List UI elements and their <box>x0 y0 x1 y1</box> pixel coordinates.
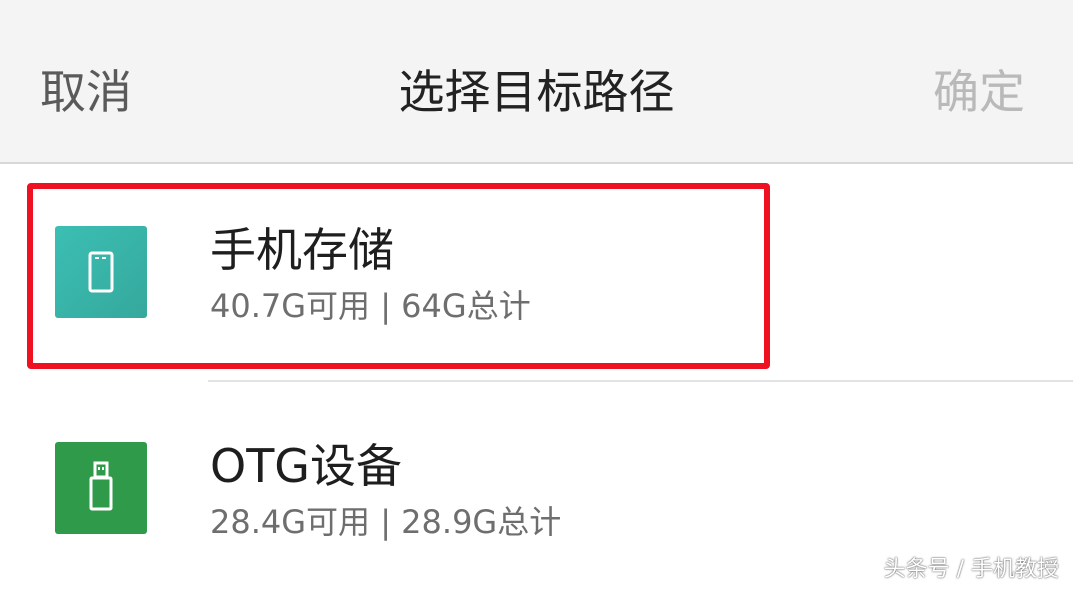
storage-name: OTG设备 <box>210 439 402 493</box>
dialog-header: 取消 选择目标路径 确定 <box>0 0 1073 164</box>
page-title: 选择目标路径 <box>398 65 675 119</box>
usb-drive-icon <box>55 442 147 534</box>
highlight-box <box>27 183 770 369</box>
confirm-button[interactable]: 确定 <box>933 60 1025 124</box>
watermark: 头条号 / 手机教授 <box>883 557 1059 582</box>
storage-summary: 28.4G可用 | 28.9G总计 <box>210 503 562 541</box>
